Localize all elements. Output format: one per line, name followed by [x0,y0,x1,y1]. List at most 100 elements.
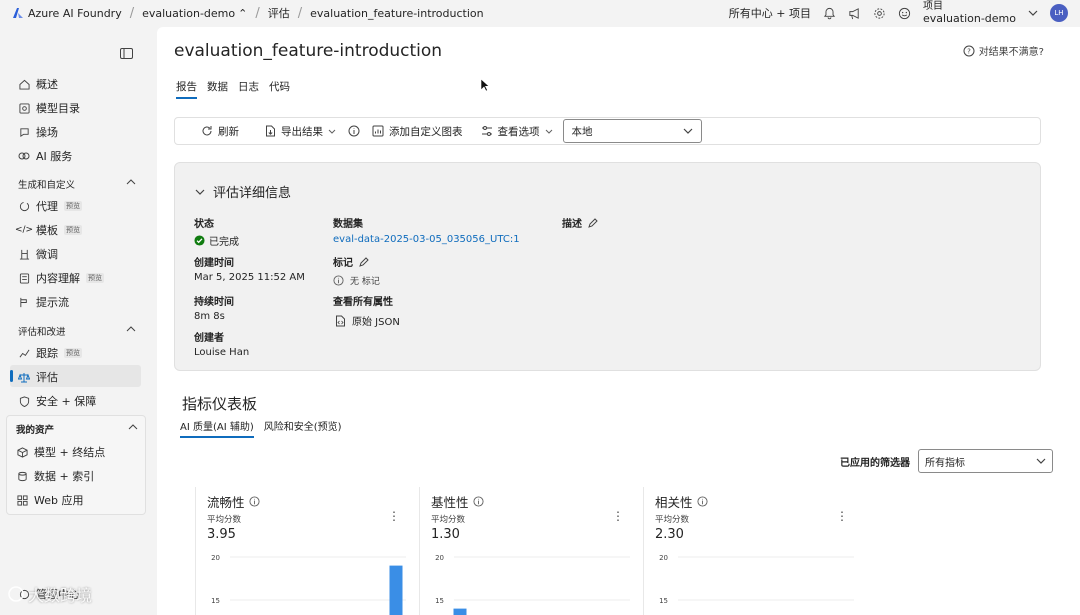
top-bar-right: 所有中心 + 项目 项目 evaluation-demo LH [729,0,1068,26]
filter-row: 已应用的筛选器 所有指标 [840,449,1053,473]
all-resources-link[interactable]: 所有中心 + 项目 [729,5,811,21]
filter-label: 已应用的筛选器 [840,457,910,469]
breadcrumb-separator: / [255,5,260,21]
tab-logs[interactable]: 日志 [238,79,259,99]
export-results-button[interactable]: 导出结果 [265,124,336,139]
metrics-filter-select[interactable]: 所有指标 [918,449,1053,473]
sidebar-item-overview[interactable]: 概述 [18,74,58,94]
sidebar-item-label: 内容理解 [36,272,80,285]
sidebar-section-label: 生成和自定义 [18,180,76,191]
details-header[interactable]: 评估详细信息 [195,182,291,201]
sidebar-item-templates[interactable]: </> 模板 预览 [15,220,82,240]
duration-value: 8m 8s [194,311,225,322]
project-switcher-name: evaluation-demo [922,12,1016,25]
metric-value: 3.95 [207,527,236,542]
sidebar-section-label: 我的资产 [16,425,55,436]
metric-name-text: 基性性 [431,495,469,510]
preview-tag: 预览 [86,273,104,283]
description-label: 描述 [562,219,582,230]
edit-description-icon[interactable] [588,217,598,228]
finetune-icon [18,248,30,260]
megaphone-icon[interactable] [848,7,861,20]
brand[interactable]: Azure AI Foundry [12,7,122,20]
tags-header: 标记 [333,254,369,269]
metric-chart-fluency: 2015 [211,554,406,615]
playground-icon [18,126,30,138]
sidebar-section-assess[interactable]: 评估和改进 [18,324,136,338]
tab-risk-safety[interactable]: 风险和安全(预览) [264,418,342,438]
view-options-button[interactable]: 查看选项 [481,124,553,139]
metric-card-relevance: 相关性 平均分数 2.30 ⋮ 20 15 [643,487,859,615]
tab-report[interactable]: 报告 [176,79,197,99]
refresh-button[interactable]: 刷新 [201,124,239,139]
raw-json-link[interactable]: 原始 JSON [335,313,400,328]
add-custom-chart-button[interactable]: 添加自定义图表 [372,124,463,139]
sidebar-item-playground[interactable]: 操场 [18,122,58,142]
chevron-down-icon[interactable] [1028,8,1038,18]
creator-label: 创建者 [194,333,224,344]
breadcrumb-project[interactable]: evaluation-demo ⌃ [142,7,247,20]
metric-subtitle: 平均分数 [207,515,242,525]
sidebar-section-build[interactable]: 生成和自定义 [18,177,136,191]
info-icon[interactable] [248,496,260,507]
sidebar-item-models-endpoints[interactable]: 模型 + 终结点 [16,442,105,462]
timezone-value: 本地 [571,125,593,138]
brand-label: Azure AI Foundry [28,6,122,20]
description-header: 描述 [562,215,598,230]
more-options-icon[interactable]: ⋮ [612,509,624,523]
dataset-link[interactable]: eval-data-2025-03-05_035056_UTC:1 [333,234,520,245]
tags-text: 无 标记 [350,277,380,287]
sidebar-item-prompt-flow[interactable]: 提示流 [18,292,69,312]
sidebar-item-safety[interactable]: 安全 + 保障 [18,391,96,411]
info-icon[interactable] [348,125,360,137]
dashboard-tabs: AI 质量(AI 辅助) 风险和安全(预览) [180,418,342,438]
dataset-label: 数据集 [333,219,363,230]
sidebar-item-web-apps[interactable]: Web 应用 [16,490,83,510]
page-tabs: 报告 数据 日志 代码 [176,79,290,99]
info-icon[interactable] [696,496,708,507]
smiley-icon[interactable] [898,7,911,20]
sidebar-item-label: 微调 [36,248,58,261]
tab-data[interactable]: 数据 [207,79,228,99]
edit-tags-icon[interactable] [359,256,369,267]
sidebar-item-label: 操场 [36,126,58,139]
sidebar-item-label: 代理 [36,200,58,213]
sidebar-item-label: 提示流 [36,296,69,309]
sidebar-item-finetune[interactable]: 微调 [18,244,58,264]
metric-name: 基性性 [431,492,484,511]
more-options-icon[interactable]: ⋮ [836,509,848,523]
sidebar-section-assets[interactable]: 我的资产 [16,422,138,436]
collapse-sidebar-icon[interactable] [120,48,133,59]
breadcrumb-section[interactable]: 评估 [268,5,290,21]
metric-subtitle: 平均分数 [655,515,690,525]
sidebar-item-label: 模型 + 终结点 [34,446,106,459]
y-tick-label: 20 [211,554,220,562]
project-switcher[interactable]: 项目 evaluation-demo [923,1,1016,25]
y-tick-label: 20 [659,554,668,562]
tab-code[interactable]: 代码 [269,79,290,99]
sidebar-item-evaluation[interactable]: 评估 [18,367,58,387]
bell-icon[interactable] [823,7,836,20]
more-options-icon[interactable]: ⋮ [388,509,400,523]
sidebar-item-data-indexes[interactable]: 数据 + 索引 [16,466,94,486]
tags-label: 标记 [333,258,353,269]
avatar[interactable]: LH [1050,4,1068,22]
gear-icon[interactable] [873,7,886,20]
watermark-logo-icon [8,586,24,602]
duration-label: 持续时间 [194,297,234,308]
tab-ai-quality[interactable]: AI 质量(AI 辅助) [180,418,254,438]
sidebar-item-tracing[interactable]: 跟踪 预览 [18,343,82,363]
feedback-link[interactable]: ? 对结果不满意? [963,43,1044,58]
sidebar-item-label: 安全 + 保障 [36,395,97,408]
timezone-select[interactable]: 本地 [562,119,702,143]
sidebar-item-ai-services[interactable]: AI 服务 [18,146,72,166]
view-options-label: 查看选项 [497,125,540,138]
properties-label: 查看所有属性 [333,297,393,308]
sidebar-item-agents[interactable]: 代理 预览 [18,196,82,216]
info-icon[interactable] [472,496,484,507]
sidebar-item-content-understanding[interactable]: 内容理解 预览 [18,268,104,288]
breadcrumb-project-label: evaluation-demo [142,6,236,20]
cube-icon [16,446,28,458]
sidebar-item-model-catalog[interactable]: 模型目录 [18,98,80,118]
home-icon [18,78,30,90]
